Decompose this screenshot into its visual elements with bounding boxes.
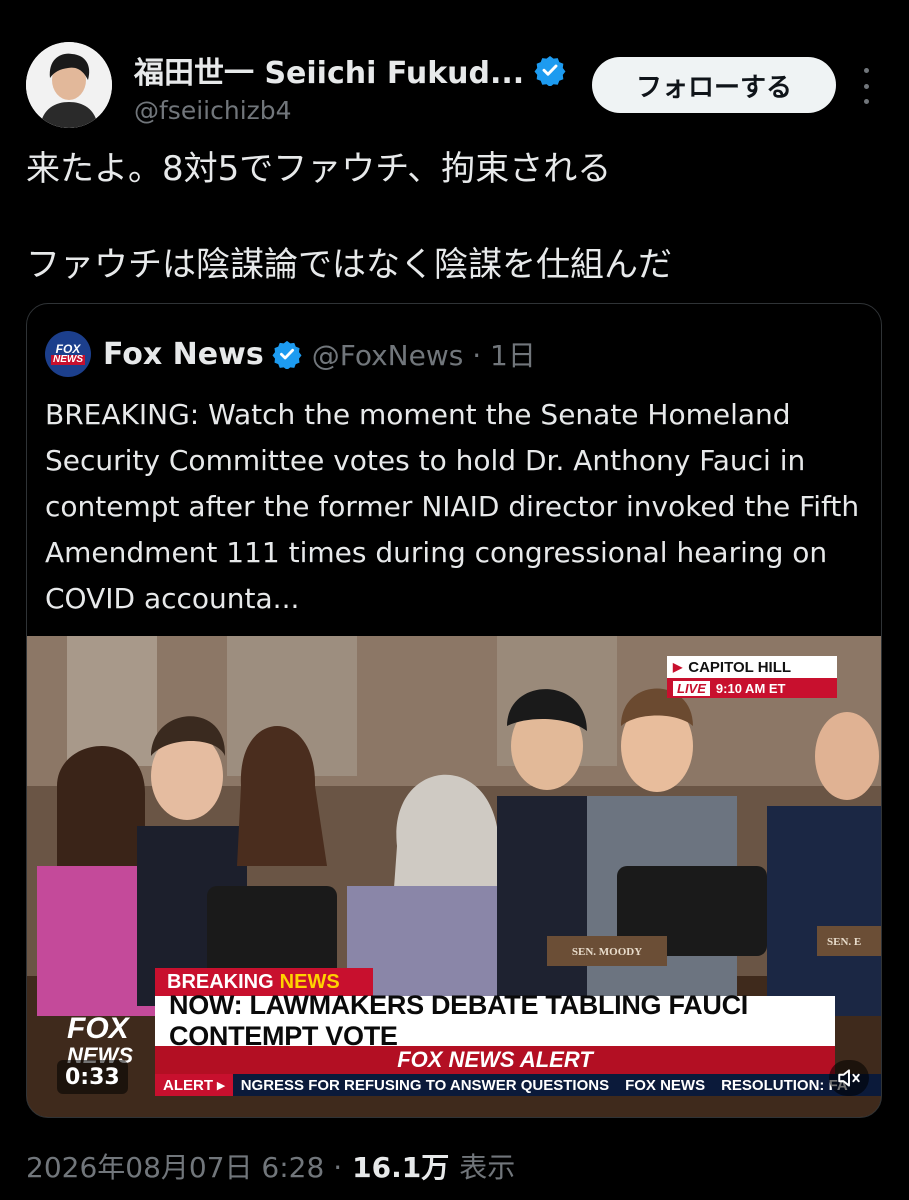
more-options-icon[interactable]: [856, 68, 876, 104]
alert-bar: FOX NEWS ALERT: [155, 1046, 835, 1074]
view-label: 表示: [459, 1151, 516, 1184]
view-count: 16.1万: [352, 1151, 450, 1184]
quoted-display-name[interactable]: Fox News: [103, 337, 264, 372]
nameplate-right: SEN. E: [827, 936, 862, 948]
quoted-tweet[interactable]: FOX NEWS Fox News @FoxNews · 1日 BREAKING…: [26, 303, 882, 1118]
tweet-line-1: 来たよ。8対5でファウチ、拘束される: [26, 149, 612, 189]
name-row: 福田世一 Seiichi Fukud...: [134, 48, 566, 92]
ticker-brand: FOX NEWS: [625, 1076, 706, 1094]
tweet-line-2: ファウチは陰謀論ではなく陰謀を仕組んだ: [26, 245, 672, 285]
video-player[interactable]: SEN. MOODY SEN. E ▶ CAPITOL HILL LIVE 9:10…: [27, 636, 881, 1117]
tweet-meta: 2026年08月07日 6:28 · 16.1万 表示: [26, 1146, 515, 1186]
display-name[interactable]: 福田世一 Seiichi Fukud...: [134, 48, 524, 92]
capitol-title: CAPITOL HILL: [688, 658, 792, 676]
ticker-text: NGRESS FOR REFUSING TO ANSWER QUESTIONS: [240, 1076, 610, 1094]
user-handle[interactable]: @fseiichizb4: [134, 96, 292, 125]
fox-news-avatar[interactable]: FOX NEWS: [45, 331, 91, 377]
tweet-timestamp[interactable]: 2026年08月07日 6:28 ·: [26, 1146, 342, 1186]
location-graphic: ▶ CAPITOL HILL LIVE 9:10 AM ET: [667, 656, 837, 700]
quoted-tweet-header: FOX NEWS Fox News @FoxNews · 1日: [45, 330, 536, 378]
live-label: LIVE: [673, 680, 710, 696]
video-timecode: 0:33: [57, 1060, 128, 1094]
verified-badge-icon: [272, 339, 302, 370]
bug-line1: FOX: [67, 1012, 129, 1045]
avatar[interactable]: [26, 42, 112, 128]
quoted-handle-time[interactable]: @FoxNews · 1日: [312, 334, 536, 374]
live-time: 9:10 AM ET: [715, 680, 786, 696]
verified-badge-icon: [534, 54, 566, 87]
speaker-muted-icon: [838, 1069, 860, 1087]
follow-button[interactable]: フォローする: [592, 57, 836, 113]
fox-logo-line2: NEWS: [51, 354, 85, 365]
mute-button[interactable]: [829, 1060, 869, 1096]
news-ticker: ALERT ▸ NGRESS FOR REFUSING TO ANSWER QU…: [155, 1074, 881, 1096]
quoted-tweet-text: BREAKING: Watch the moment the Senate Ho…: [45, 398, 860, 615]
ticker-alert-label: ALERT ▸: [155, 1074, 233, 1096]
chyron-headline: NOW: LAWMAKERS DEBATE TABLING FAUCI CONT…: [155, 990, 835, 1051]
play-arrow-icon: ▶: [673, 660, 683, 674]
tweet-header: 福田世一 Seiichi Fukud... @fseiichizb4 フォローす…: [26, 40, 886, 130]
nameplate-left: SEN. MOODY: [571, 946, 643, 958]
tweet-text: 来たよ。8対5でファウチ、拘束される ファウチは陰謀論ではなく陰謀を仕組んだ: [26, 145, 886, 289]
